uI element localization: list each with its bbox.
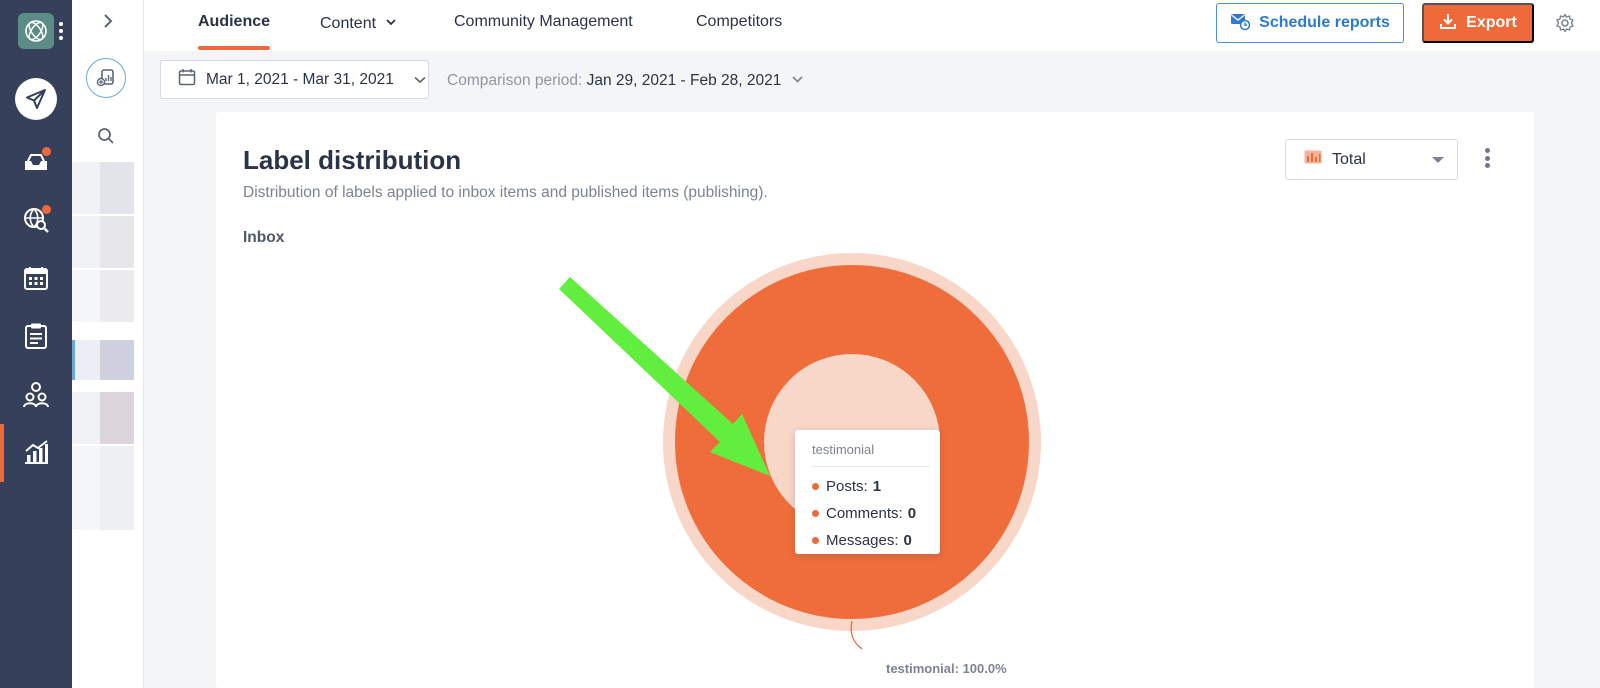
tab-competitors[interactable]: Competitors	[696, 12, 782, 38]
tab-community-management[interactable]: Community Management	[454, 12, 633, 38]
comparison-period-selector[interactable]: Comparison period: Jan 29, 2021 - Feb 28…	[447, 70, 803, 90]
report-add-icon[interactable]	[86, 58, 126, 98]
series-dot	[812, 510, 819, 517]
analytics-icon[interactable]	[18, 434, 54, 470]
tooltip-row-label: Comments:	[826, 505, 903, 522]
date-range-picker[interactable]: Mar 1, 2021 - Mar 31, 2021	[160, 60, 429, 99]
globe-logo-icon[interactable]	[18, 13, 54, 49]
tooltip-row-posts: Posts: 1	[812, 473, 930, 500]
list-item[interactable]	[72, 162, 134, 214]
globe-search-icon[interactable]	[18, 202, 54, 238]
donut-chart	[559, 253, 1041, 650]
tooltip-row-label: Messages:	[826, 532, 899, 549]
search-icon[interactable]	[96, 126, 116, 146]
app-menu-dots-icon[interactable]	[59, 22, 63, 40]
series-dot	[812, 483, 819, 490]
app-rail	[0, 0, 72, 688]
tab-label: Competitors	[696, 13, 783, 30]
label-distribution-card: Label distribution Distribution of label…	[216, 112, 1534, 688]
reports-sidebar	[72, 0, 144, 688]
list-item[interactable]	[72, 270, 134, 322]
mail-schedule-icon	[1230, 12, 1251, 35]
download-icon	[1439, 12, 1457, 35]
top-bar: Audience Content Community Management Co…	[144, 0, 1600, 51]
list-item[interactable]	[72, 216, 134, 268]
inbox-icon[interactable]	[18, 144, 54, 180]
paper-plane-icon[interactable]	[15, 78, 57, 120]
slice-data-label: testimonial: 100.0%	[886, 661, 1007, 676]
export-label: Export	[1466, 14, 1517, 31]
tab-audience[interactable]: Audience	[198, 12, 271, 50]
list-item[interactable]	[72, 340, 134, 380]
clipboard-icon[interactable]	[18, 318, 54, 354]
tab-label: Content	[320, 15, 377, 32]
sidebar-selected-indicator	[72, 340, 75, 380]
tooltip-row-comments: Comments: 0	[812, 500, 930, 527]
list-item[interactable]	[72, 446, 134, 530]
tooltip-row-value: 1	[872, 478, 882, 495]
gear-icon[interactable]	[1554, 12, 1576, 34]
chevron-down-icon	[385, 12, 396, 32]
tooltip-row-value: 0	[907, 505, 917, 522]
calendar-icon[interactable]	[18, 260, 54, 296]
calendar-icon	[178, 68, 196, 91]
tab-label: Community Management	[454, 13, 633, 30]
chart-tooltip: testimonial Posts: 1 Comments: 0 Messages:…	[795, 430, 940, 554]
comparison-value: Jan 29, 2021 - Feb 28, 2021	[586, 72, 782, 89]
tab-content[interactable]: Content	[320, 12, 396, 38]
users-icon[interactable]	[18, 376, 54, 412]
chevron-down-icon	[414, 71, 426, 89]
series-dot	[812, 537, 819, 544]
tooltip-row-value: 0	[903, 532, 912, 549]
tab-label: Audience	[198, 13, 271, 30]
chevron-right-icon[interactable]	[99, 12, 117, 30]
list-item[interactable]	[72, 392, 134, 444]
schedule-reports-button[interactable]: Schedule reports	[1216, 3, 1404, 43]
schedule-reports-label: Schedule reports	[1259, 14, 1390, 31]
tooltip-row-messages: Messages: 0	[812, 527, 930, 554]
export-button[interactable]: Export	[1422, 3, 1534, 43]
rail-active-indicator	[0, 424, 4, 482]
tooltip-title: testimonial	[812, 442, 930, 467]
tooltip-row-label: Posts:	[826, 478, 868, 495]
date-range-value: Mar 1, 2021 - Mar 31, 2021	[206, 70, 394, 88]
chevron-down-icon	[792, 70, 803, 88]
active-tab-underline	[198, 46, 271, 50]
comparison-label: Comparison period:	[447, 72, 583, 89]
